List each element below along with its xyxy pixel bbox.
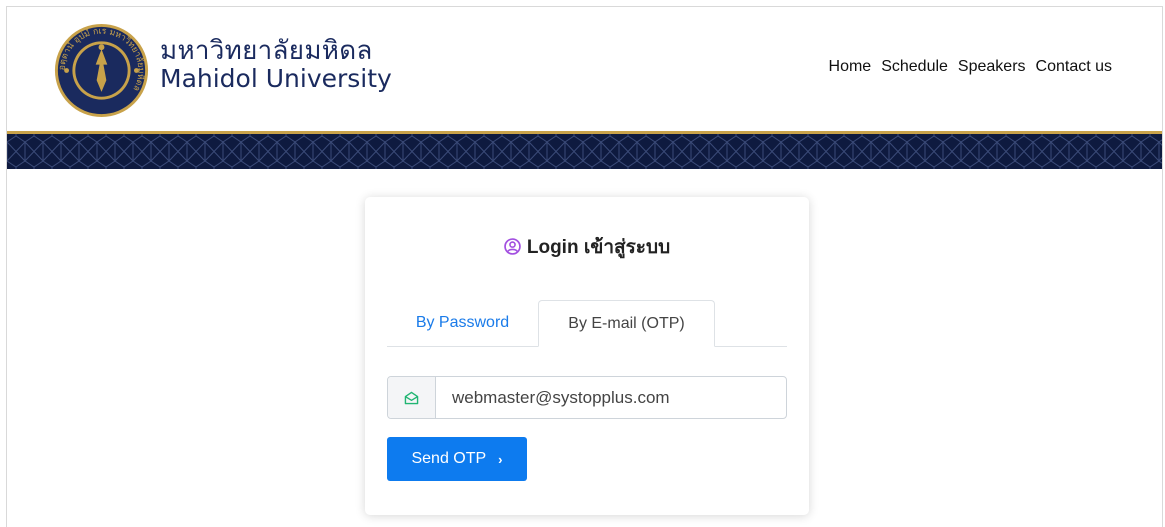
nav-home[interactable]: Home — [829, 58, 872, 76]
email-input-group — [387, 376, 787, 419]
envelope-open-icon — [388, 377, 436, 418]
login-title-th: เข้าสู่ระบบ — [583, 237, 671, 258]
email-field[interactable] — [436, 377, 786, 418]
site-header: อตฺตานํ อุปมํ กเร มหาวิทยาลัยมหิดล มหาวิ… — [7, 7, 1162, 131]
university-name-english: Mahidol University — [160, 64, 392, 93]
browser-viewport: อตฺตานํ อุปมํ กเร มหาวิทยาลัยมหิดล มหาวิ… — [6, 6, 1163, 527]
login-method-tabs: By Password By E-mail (OTP) — [387, 300, 787, 347]
send-otp-button[interactable]: Send OTP › — [387, 437, 527, 481]
hexagon-pattern — [7, 134, 1162, 169]
send-otp-label: Send OTP — [411, 450, 487, 467]
mahidol-seal-logo[interactable]: อตฺตานํ อุปมํ กเร มหาวิทยาลัยมหิดล — [53, 22, 150, 119]
login-title-en: Login — [526, 237, 579, 258]
nav-speakers[interactable]: Speakers — [958, 58, 1026, 76]
main-nav: Home Schedule Speakers Contact us — [829, 58, 1112, 76]
login-title: Login เข้าสู่ระบบ — [365, 232, 809, 262]
login-card: Login เข้าสู่ระบบ By Password By E-mail … — [365, 197, 809, 515]
tab-by-password[interactable]: By Password — [387, 300, 538, 346]
tab-by-email-otp[interactable]: By E-mail (OTP) — [538, 300, 715, 347]
nav-contact-us[interactable]: Contact us — [1036, 58, 1112, 76]
chevron-right-icon: › — [498, 451, 503, 467]
nav-schedule[interactable]: Schedule — [881, 58, 948, 76]
decorative-pattern-band — [7, 131, 1162, 169]
university-name-thai: มหาวิทยาลัยมหิดล — [160, 36, 373, 66]
university-wordmark[interactable]: มหาวิทยาลัยมหิดล Mahidol University — [160, 37, 392, 92]
user-circle-icon — [504, 238, 521, 261]
